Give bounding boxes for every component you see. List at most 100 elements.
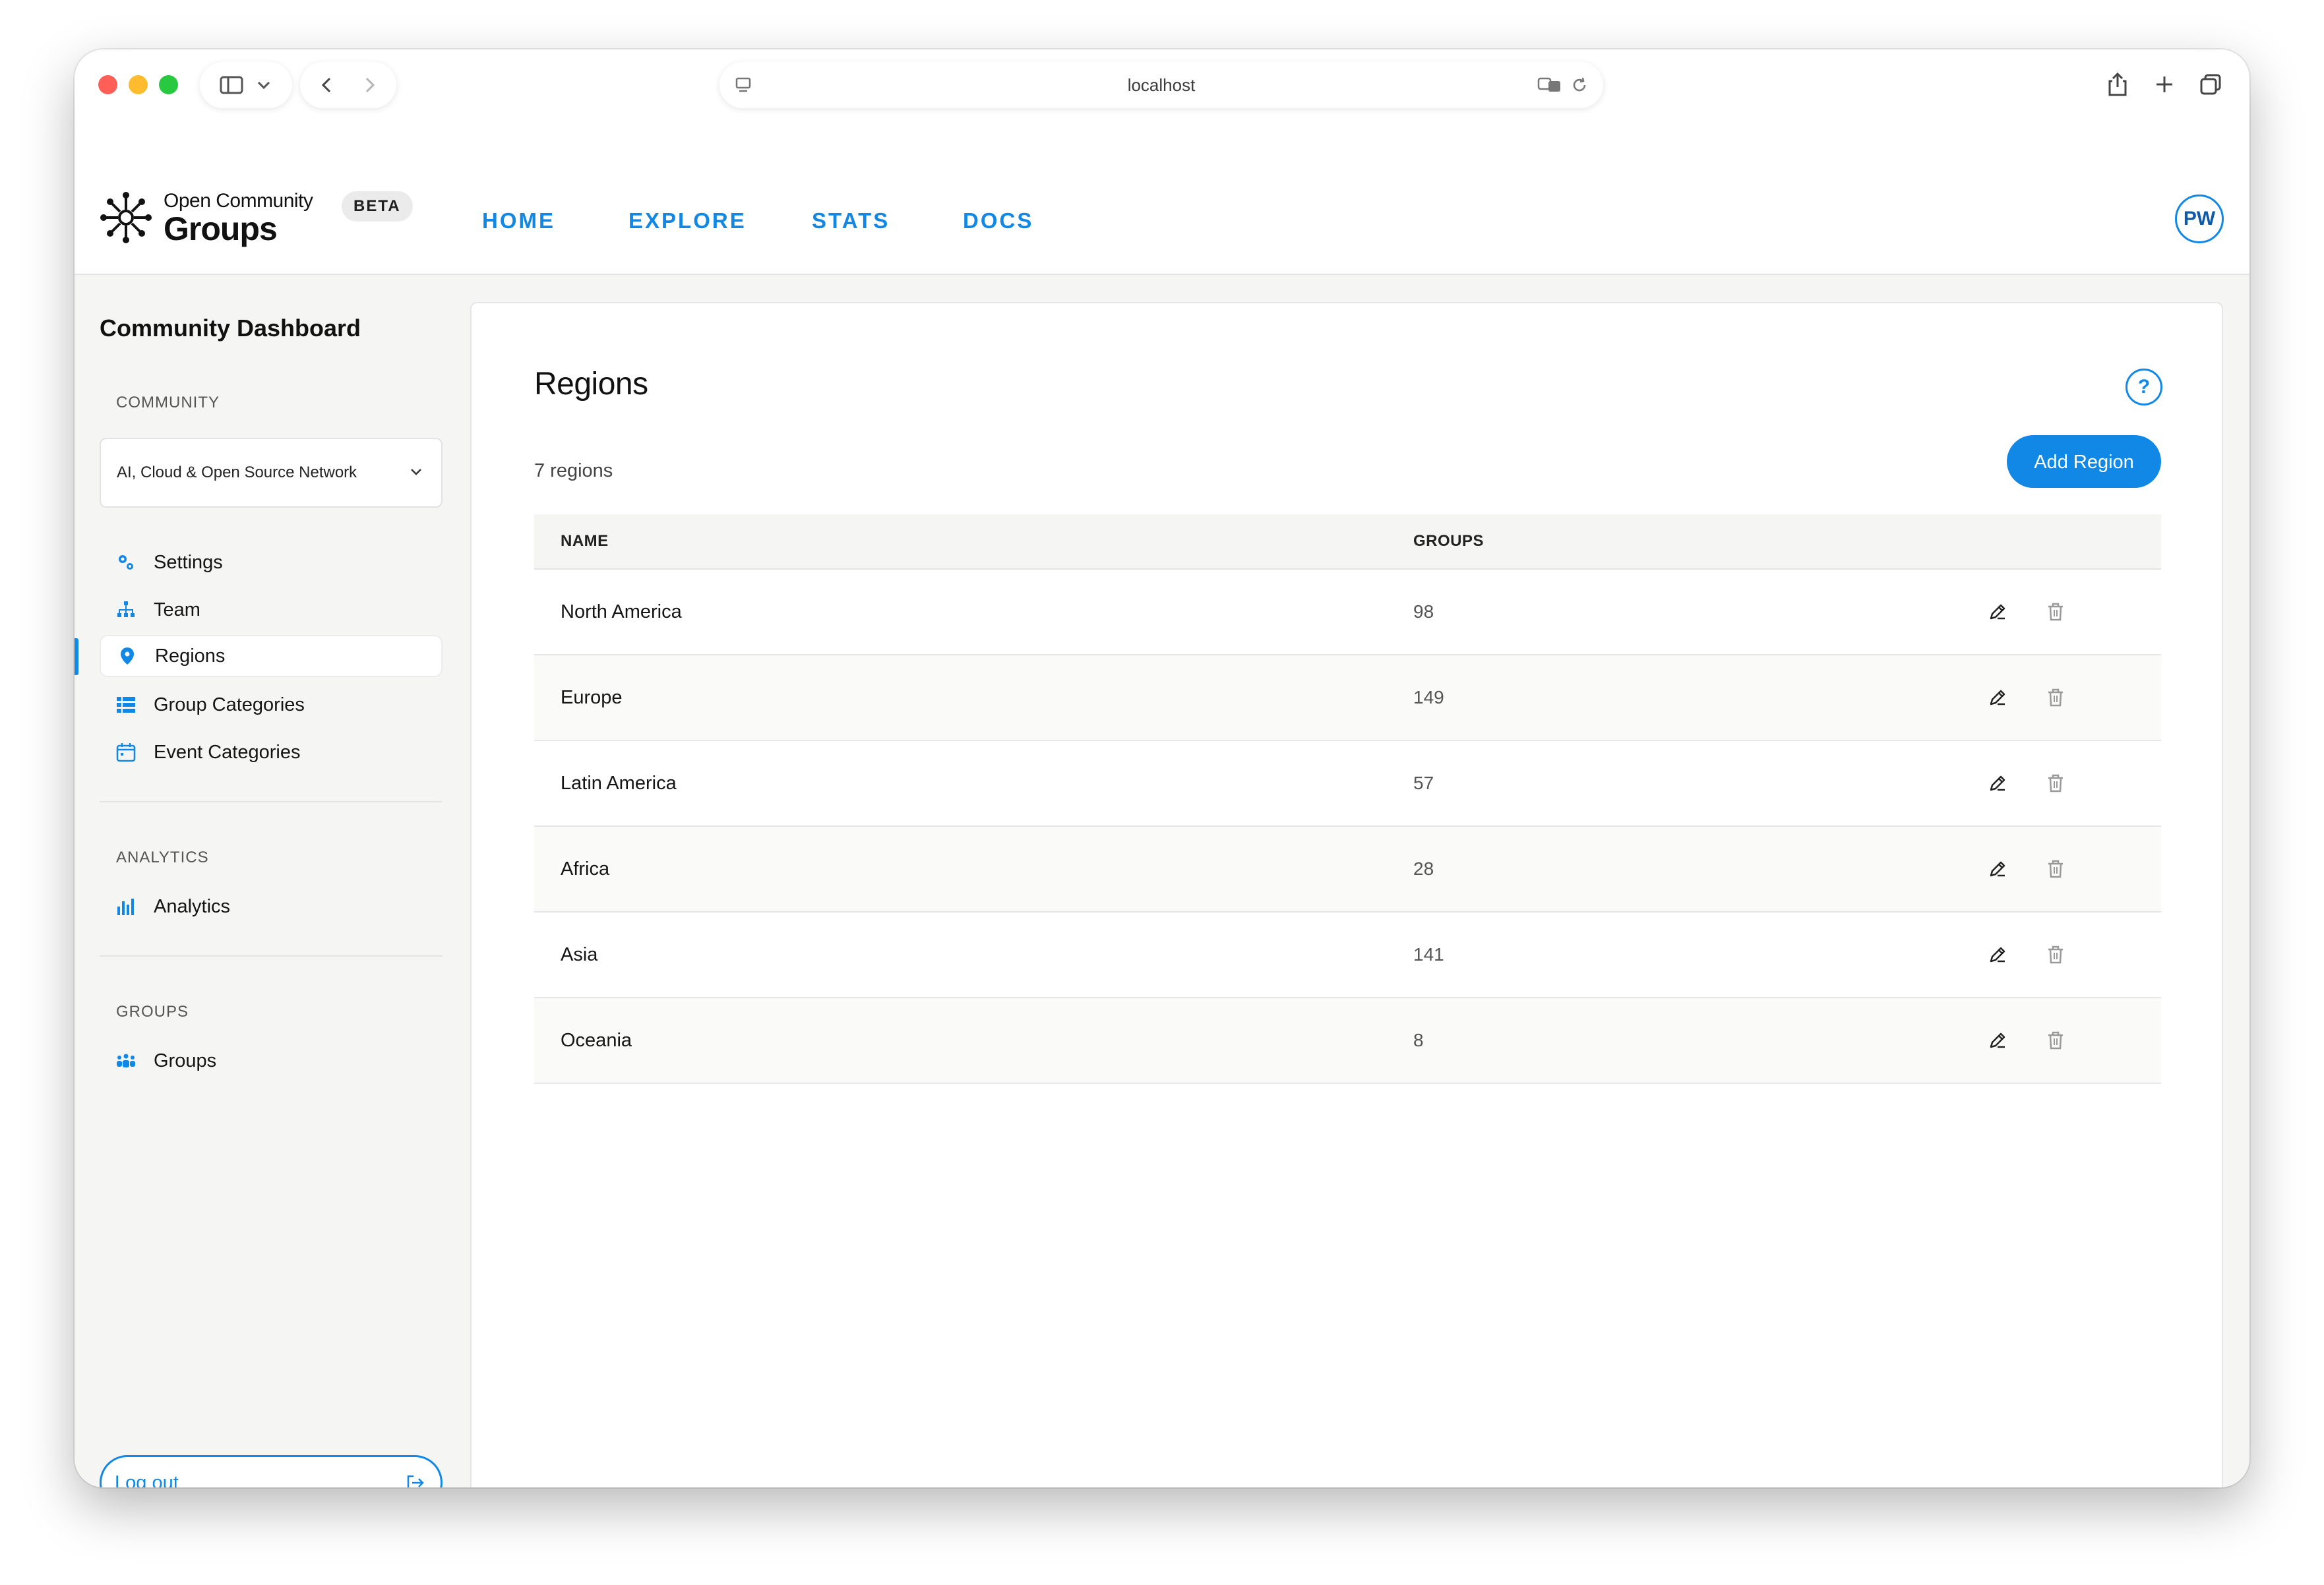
community-section-label: COMMUNITY — [116, 394, 220, 411]
sidebar-title: Community Dashboard — [100, 314, 361, 342]
beta-badge: BETA — [342, 191, 413, 222]
logo-text-top[interactable]: Open Community — [164, 190, 313, 212]
calendar-icon — [116, 743, 136, 762]
sidebar-icon — [220, 76, 243, 94]
table-row: North America 98 — [534, 570, 2161, 655]
plus-icon — [2156, 76, 2172, 92]
reload-icon[interactable] — [1570, 76, 1589, 94]
zoom-window-button[interactable] — [159, 75, 178, 94]
table-body: North America 98 Europe 149 Latin Americ… — [534, 570, 2161, 1084]
tab-overview-button[interactable] — [2195, 69, 2226, 100]
main-panel: Regions ? 7 regions Add Region NAME GROU… — [470, 302, 2223, 1487]
region-name: Latin America — [561, 773, 677, 794]
add-region-button[interactable]: Add Region — [2007, 435, 2161, 488]
share-button[interactable] — [2102, 69, 2133, 100]
sidebar-item-label: Event Categories — [154, 742, 301, 763]
sidebar-item-label: Groups — [154, 1050, 217, 1071]
sidebar-item-event-categories[interactable]: Event Categories — [100, 731, 443, 773]
column-header-name: NAME — [561, 532, 609, 550]
bar-chart-icon — [117, 899, 134, 915]
region-groups-count: 141 — [1413, 944, 1444, 965]
back-arrow-icon[interactable] — [317, 75, 337, 95]
table-row: Oceania 8 — [534, 998, 2161, 1084]
logout-button[interactable]: Log out — [100, 1455, 443, 1487]
region-groups-count: 149 — [1413, 687, 1444, 707]
trash-icon[interactable] — [2044, 601, 2067, 623]
sidebar-item-team[interactable]: Team — [100, 589, 443, 631]
nav-explore[interactable]: EXPLORE — [628, 204, 747, 237]
trash-icon[interactable] — [2044, 1029, 2067, 1052]
region-name: Europe — [561, 687, 623, 708]
table-row: Africa 28 — [534, 827, 2161, 912]
users-icon — [117, 1054, 135, 1067]
region-name: Asia — [561, 944, 598, 965]
region-groups-count: 98 — [1413, 601, 1434, 622]
region-name: Oceania — [561, 1030, 632, 1051]
chevron-down-icon — [257, 81, 270, 90]
sidebar-divider — [100, 955, 443, 957]
sidebar-item-settings[interactable]: Settings — [100, 541, 443, 583]
edit-icon[interactable] — [1986, 601, 2009, 623]
gears-icon — [119, 555, 133, 570]
sidebar-item-groups[interactable]: Groups — [100, 1040, 443, 1082]
user-avatar[interactable]: PW — [2175, 194, 2224, 243]
logout-icon — [407, 1475, 424, 1487]
chevron-down-icon — [411, 469, 421, 475]
edit-icon[interactable] — [1986, 1029, 2009, 1052]
table-row: Asia 141 — [534, 912, 2161, 998]
translate-icon[interactable] — [1537, 75, 1564, 95]
table-row: Europe 149 — [534, 655, 2161, 741]
trash-icon[interactable] — [2044, 772, 2067, 794]
trash-icon[interactable] — [2044, 943, 2067, 966]
nav-docs[interactable]: DOCS — [963, 204, 1033, 237]
active-indicator — [75, 638, 78, 675]
sidebar-divider — [100, 801, 443, 802]
list-icon — [117, 697, 135, 713]
trash-icon[interactable] — [2044, 858, 2067, 880]
browser-toolbar: localhost — [75, 49, 2249, 119]
help-button[interactable]: ? — [2125, 369, 2162, 405]
sidebar-item-group-categories[interactable]: Group Categories — [100, 684, 443, 726]
nav-home[interactable]: HOME — [482, 204, 555, 237]
regions-count: 7 regions — [534, 460, 613, 481]
nav-stats[interactable]: STATS — [812, 204, 890, 237]
new-tab-button[interactable] — [2149, 69, 2180, 100]
minimize-window-button[interactable] — [129, 75, 148, 94]
logo-icon[interactable] — [100, 191, 152, 244]
region-name: North America — [561, 601, 682, 622]
sidebar: Community Dashboard COMMUNITY AI, Cloud … — [75, 274, 470, 1487]
sidebar-item-label: Team — [154, 599, 200, 620]
share-icon — [2108, 72, 2127, 96]
edit-icon[interactable] — [1986, 772, 2009, 794]
trash-icon[interactable] — [2044, 686, 2067, 709]
history-nav — [300, 62, 396, 108]
close-window-button[interactable] — [98, 75, 117, 94]
sidebar-toggle-button[interactable] — [200, 62, 292, 108]
forward-arrow-icon[interactable] — [359, 75, 379, 95]
sidebar-item-regions[interactable]: Regions — [100, 635, 443, 677]
analytics-section-label: ANALYTICS — [116, 849, 209, 866]
column-header-groups: GROUPS — [1413, 532, 1484, 550]
sidebar-item-label: Analytics — [154, 896, 231, 917]
tabs-icon — [2200, 74, 2221, 95]
region-groups-count: 57 — [1413, 773, 1434, 793]
address-bar[interactable]: localhost — [719, 62, 1603, 108]
logo-text-bottom[interactable]: Groups — [164, 210, 278, 248]
table-header: NAME GROUPS — [534, 514, 2161, 570]
edit-icon[interactable] — [1986, 943, 2009, 966]
region-name: Africa — [561, 858, 610, 880]
map-pin-icon — [121, 647, 134, 665]
edit-icon[interactable] — [1986, 686, 2009, 709]
edit-icon[interactable] — [1986, 858, 2009, 880]
browser-window: localhost Open Community Groups BETA HOM… — [75, 49, 2249, 1487]
org-chart-icon — [117, 601, 135, 617]
community-select-value: AI, Cloud & Open Source Network — [117, 464, 357, 481]
regions-table: NAME GROUPS North America 98 Europe 149 — [534, 514, 2161, 1084]
sidebar-item-label: Group Categories — [154, 694, 305, 715]
sidebar-item-analytics[interactable]: Analytics — [100, 885, 443, 928]
groups-section-label: GROUPS — [116, 1003, 189, 1021]
table-row: Latin America 57 — [534, 741, 2161, 827]
sidebar-item-label: Settings — [154, 552, 223, 573]
community-select[interactable]: AI, Cloud & Open Source Network — [100, 438, 443, 508]
region-groups-count: 8 — [1413, 1030, 1424, 1050]
